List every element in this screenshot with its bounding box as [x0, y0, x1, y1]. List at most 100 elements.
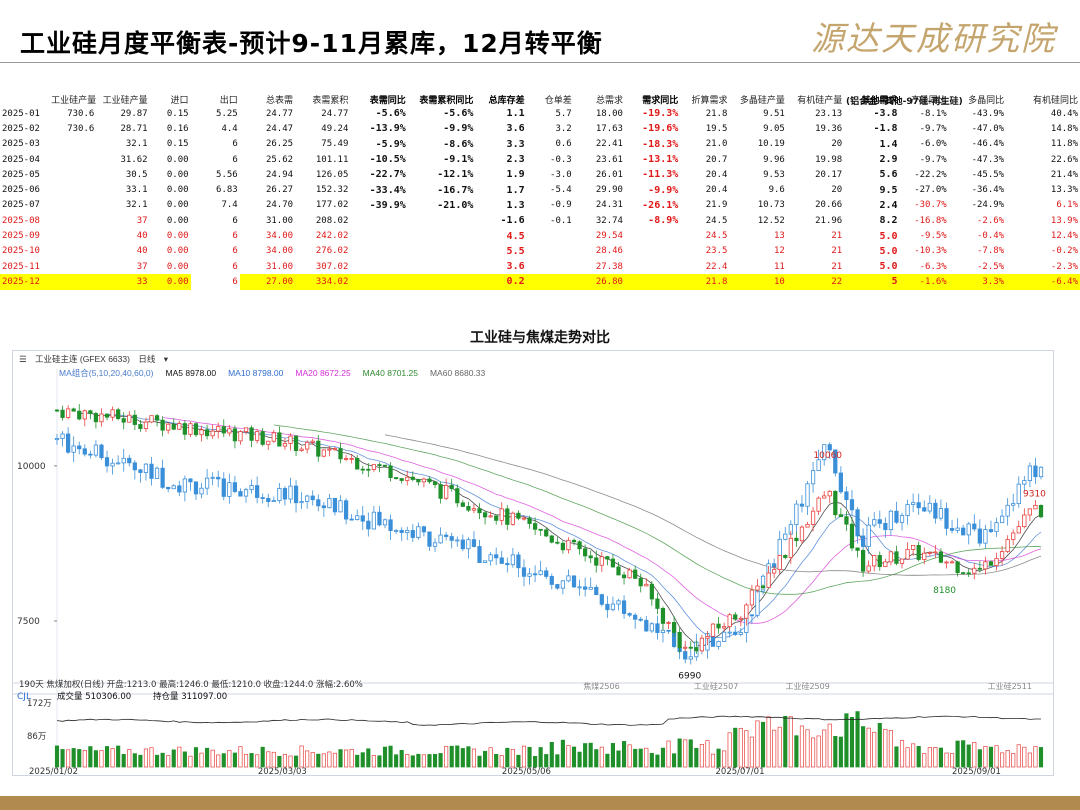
volume-bar: [427, 754, 432, 768]
volume-bar: [760, 721, 766, 768]
kline-chart-svg[interactable]: 7500 10000 10060 6990 8180 9310 190天 焦煤加权(日线) …: [13, 351, 1053, 775]
volume-bar: [227, 749, 232, 768]
volume-bar: [694, 747, 699, 768]
table-cell: -5.6%: [375, 108, 406, 120]
coking-coal-candle: [683, 651, 688, 660]
table-cell: 9.05: [763, 123, 785, 134]
table-cell: 6: [232, 215, 238, 226]
coking-coal-candle: [299, 501, 304, 504]
column-header: 进口: [170, 95, 189, 106]
volume-bar: [410, 755, 415, 768]
silicon-candle: [566, 539, 571, 551]
silicon-candle: [738, 617, 743, 620]
silicon-candle: [521, 517, 527, 520]
table-cell: -26.1%: [642, 199, 679, 211]
silicon-candle: [938, 551, 944, 563]
volume-bar: [260, 746, 265, 768]
table-cell: [49, 244, 96, 259]
table-cell: 30.5: [125, 169, 148, 180]
coking-coal-candle: [121, 457, 126, 464]
coking-coal-candle: [688, 656, 693, 660]
coking-coal-candle: [444, 534, 449, 537]
table-cell: 20: [831, 185, 843, 196]
table-cell: 2025-11: [2, 261, 40, 272]
coking-coal-candle: [911, 502, 916, 505]
table-cell: 32.74: [595, 215, 623, 226]
volume-bar: [116, 745, 121, 768]
silicon-candle: [866, 565, 871, 572]
volume-bar: [1033, 746, 1038, 768]
silicon-candle: [755, 585, 760, 591]
volume-bar: [460, 748, 465, 768]
table-cell: 6: [232, 261, 238, 272]
open-interest-line: [56, 715, 1041, 726]
table-cell: 13.3%: [1050, 185, 1078, 196]
volume-bar: [716, 748, 721, 768]
volume-bar: [143, 748, 149, 768]
coking-coal-candle: [655, 623, 660, 633]
silicon-candle: [1038, 504, 1044, 518]
coking-coal-candle: [349, 518, 354, 521]
silicon-candle: [671, 622, 677, 633]
table-cell: 0.00: [166, 215, 189, 226]
table-cell: -9.1%: [443, 154, 474, 166]
volume-bar: [599, 746, 604, 768]
table-cell: 21: [831, 261, 843, 272]
silicon-candle: [127, 414, 132, 423]
silicon-candle: [810, 510, 816, 525]
silicon-candle: [688, 646, 693, 649]
table-cell: -0.1: [550, 215, 572, 226]
table-cell: 2.4: [879, 199, 898, 211]
volume-bar: [722, 750, 727, 768]
table-cell: 75.49: [321, 139, 349, 150]
table-cell: 28.46: [595, 246, 623, 257]
table-cell: 31.00: [265, 261, 294, 272]
coking-coal-candle: [449, 536, 454, 541]
silicon-candle: [894, 551, 899, 564]
silicon-candle: [633, 569, 638, 579]
table-cell: 2025-05: [2, 169, 40, 180]
table-cell: 26.01: [595, 169, 623, 180]
table-row: 2025-04 31.62 0.00 6 25.62 101.11 -10.5% -9.1% 2…: [0, 152, 1080, 167]
coking-coal-candle: [1016, 483, 1021, 505]
coking-coal-candle: [1022, 480, 1027, 485]
table-cell: 307.02: [315, 261, 349, 272]
table-cell: -18.3%: [642, 138, 679, 150]
silicon-candle: [727, 614, 732, 628]
table-cell: 242.02: [315, 231, 349, 242]
table-cell: 31.00: [265, 215, 294, 226]
coking-coal-candle: [455, 539, 460, 542]
volume-bar: [510, 748, 515, 768]
table-cell: 27.00: [239, 274, 296, 290]
column-header: 其他需求: [861, 95, 898, 106]
table-cell: 14.8%: [1050, 123, 1078, 134]
volume-bar: [516, 754, 521, 768]
volume-bar: [132, 753, 137, 768]
volume-bar: [377, 755, 382, 768]
coking-coal-candle: [338, 500, 343, 513]
volume-bar: [71, 748, 76, 768]
table-cell: 5: [844, 274, 900, 290]
silicon-candle: [449, 484, 454, 490]
silicon-candle: [883, 561, 888, 568]
volume-bar: [444, 746, 449, 768]
volume-bar: [344, 749, 349, 768]
coking-coal-candle: [182, 478, 187, 493]
table-cell: [49, 137, 96, 152]
table-cell: 4.5: [506, 230, 525, 242]
silicon-candle: [922, 552, 927, 560]
silicon-candle: [621, 574, 627, 579]
volume-bar: [349, 749, 354, 768]
silicon-candle: [716, 623, 721, 629]
table-cell: 0.00: [166, 154, 189, 165]
kline-chart-panel[interactable]: ☰ 工业硅主连 (GFEX 6633) 日线 ▾ MA组合(5,10,20,40…: [12, 350, 1054, 776]
silicon-candle: [510, 512, 515, 525]
volume-bar: [54, 745, 60, 768]
table-cell: 2.3: [506, 154, 525, 166]
coking-coal-candle: [282, 488, 288, 500]
silicon-candle: [255, 431, 260, 441]
silicon-candle: [299, 448, 304, 451]
volume-bar: [838, 736, 843, 768]
volume-bar: [933, 747, 938, 768]
table-row: 2025-01 730.6 29.87 0.15 5.25 24.77 24.77 -5.6%…: [0, 106, 1080, 121]
